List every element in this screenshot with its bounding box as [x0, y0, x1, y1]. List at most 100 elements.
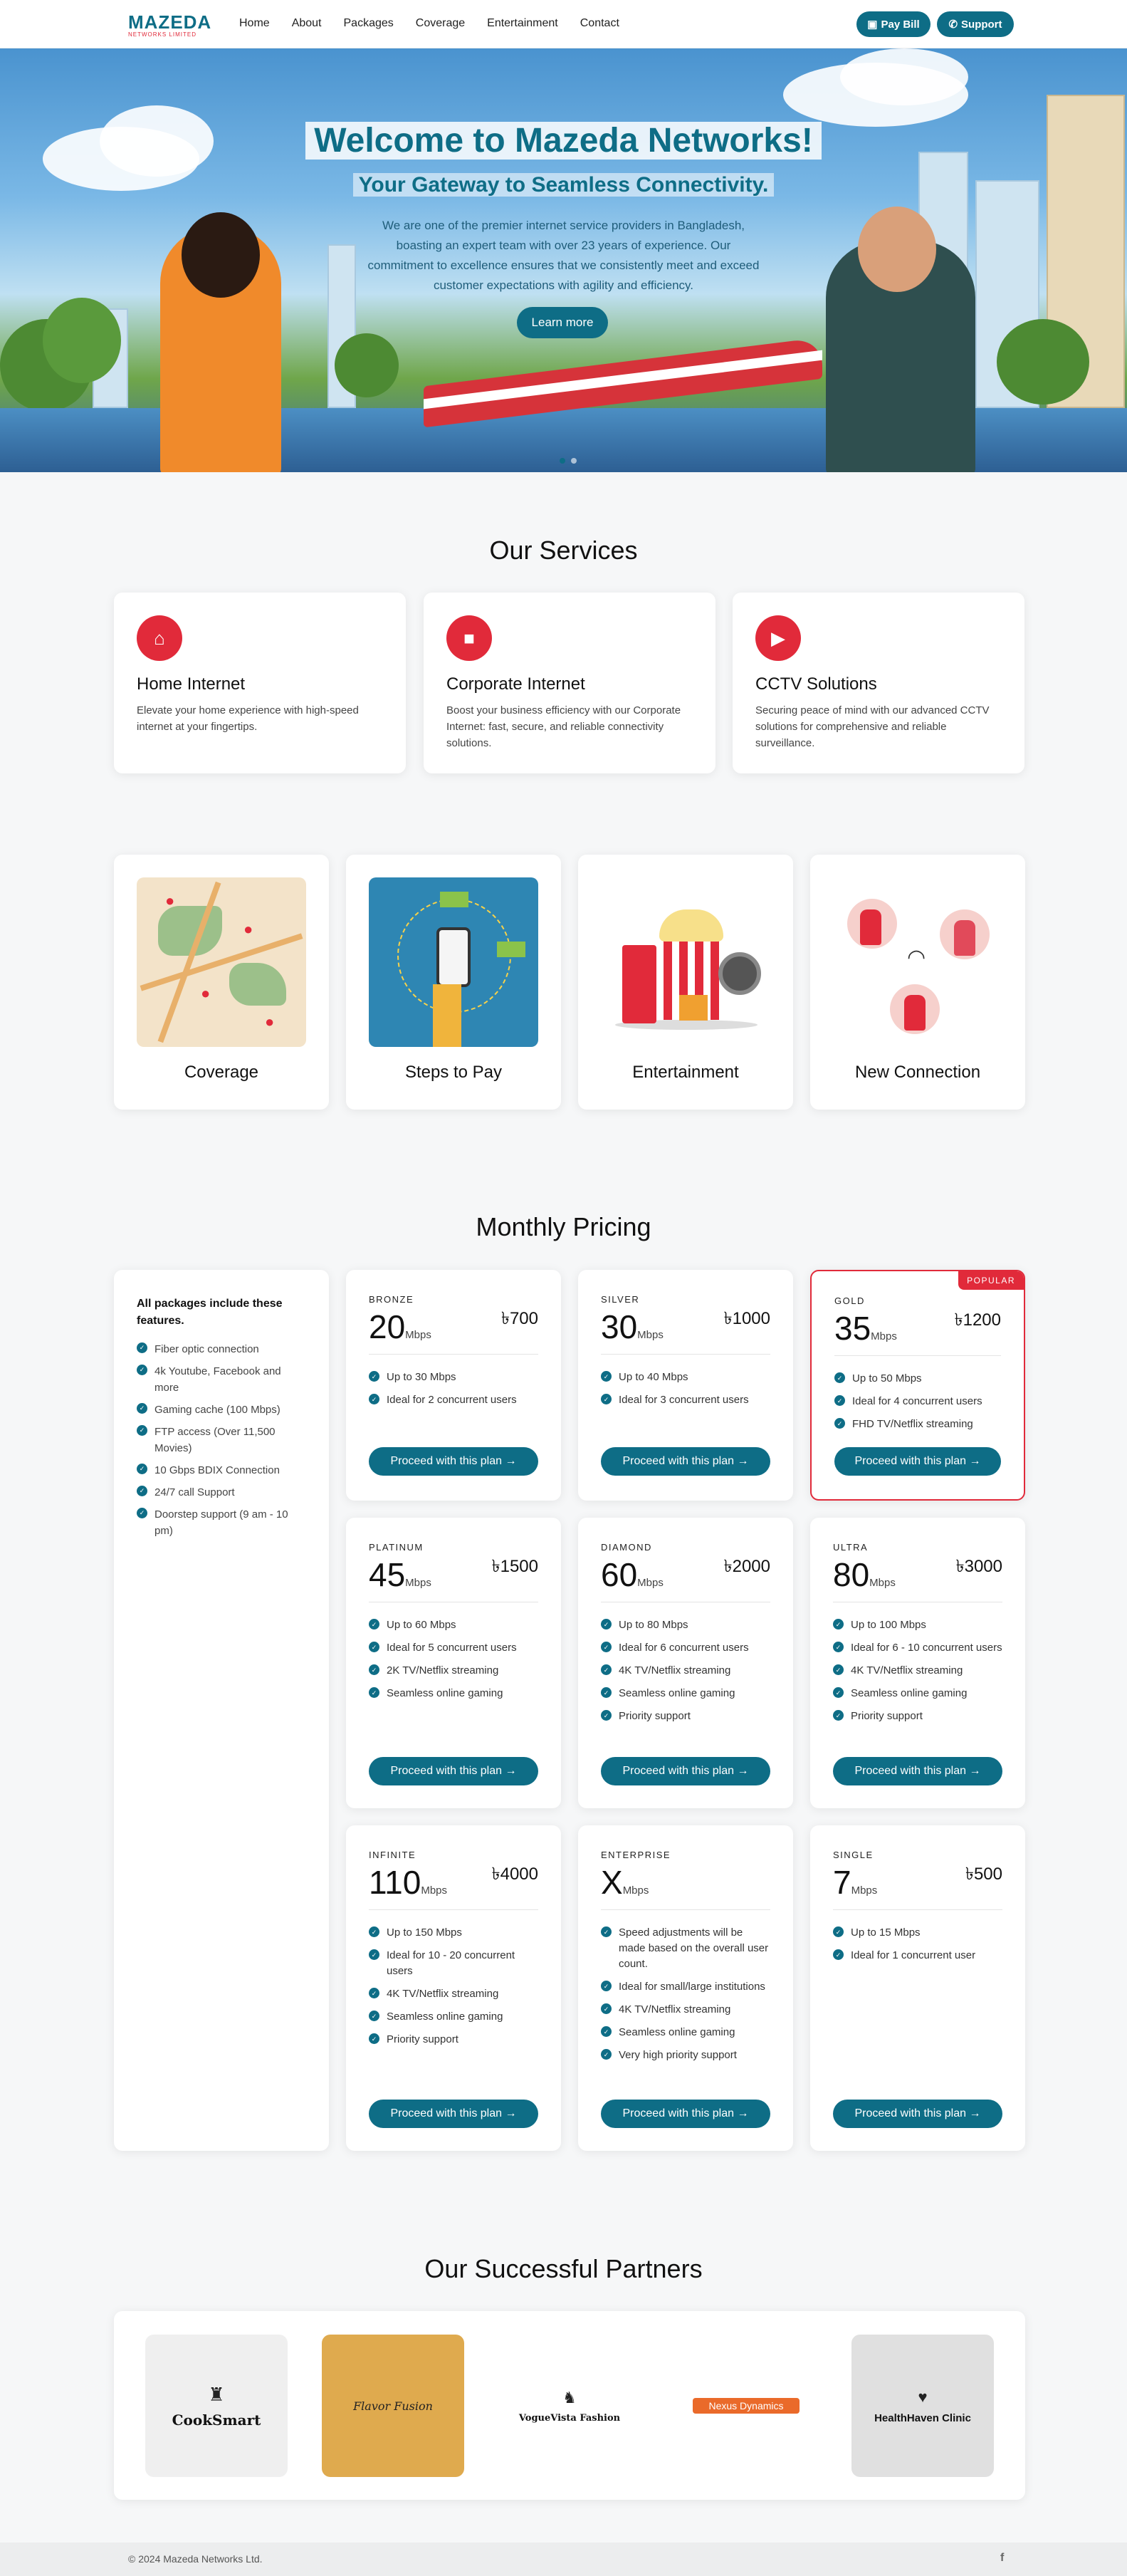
plan-tier: GOLD — [834, 1295, 865, 1306]
plan-tier: SILVER — [601, 1294, 640, 1305]
plan-tier: INFINITE — [369, 1850, 416, 1860]
proceed-plan-button[interactable]: Proceed with this plan → — [369, 1757, 538, 1785]
list-item: ✓ Up to 15 Mbps — [833, 1925, 1002, 1941]
partner-logo-flavor-fusion[interactable]: Flavor Fusion — [322, 2335, 464, 2477]
plan-speed: XMbps — [601, 1864, 649, 1901]
check-icon: ✓ — [833, 1619, 844, 1629]
feature-label: Steps to Pay — [404, 1063, 503, 1082]
check-icon: ✓ — [601, 1687, 612, 1698]
list-item: ✓ Up to 80 Mbps — [601, 1617, 770, 1633]
service-title: Corporate Internet — [446, 674, 585, 694]
nav-link-about[interactable]: About — [292, 17, 322, 30]
partner-logo-voguevista[interactable]: ♞ VogueVista Fashion — [498, 2335, 641, 2477]
nav-link-home[interactable]: Home — [239, 17, 270, 30]
feature-card-new-connection[interactable]: ◠ New Connection — [810, 855, 1025, 1110]
carousel-dot[interactable] — [571, 458, 577, 464]
plan-price: ৳4000 — [491, 1865, 538, 1884]
service-desc: Boost your business efficiency with our … — [446, 704, 681, 749]
proceed-plan-button[interactable]: Proceed with this plan → — [369, 2100, 538, 2128]
learn-more-button[interactable]: Learn more — [517, 307, 608, 338]
list-item: ✓ FTP access (Over 11,500 Movies) — [137, 1424, 300, 1456]
list-item: ✓ Ideal for 6 - 10 concurrent users — [833, 1640, 1002, 1656]
plan-card-ultra: ULTRA 80Mbps ৳3000 ✓ Up to 100 Mbps ✓ Idea… — [810, 1518, 1025, 1808]
plan-features: ✓ Up to 80 Mbps ✓ Ideal for 6 concurrent u… — [601, 1617, 770, 1731]
proceed-plan-button[interactable]: Proceed with this plan → — [601, 1447, 770, 1476]
feature-card-coverage[interactable]: ● ● ● ● Coverage — [114, 855, 329, 1110]
plan-card-gold: POPULAR GOLD 35Mbps ৳1200 ✓ Up to 50 Mbps… — [810, 1270, 1025, 1501]
plan-speed: 60Mbps — [601, 1556, 664, 1593]
plan-tier: PLATINUM — [369, 1542, 424, 1553]
cloud — [840, 48, 968, 105]
carousel-dots — [560, 458, 577, 464]
partner-logo-healthhaven[interactable]: ♥ HealthHaven Clinic — [851, 2335, 994, 2477]
check-icon: ✓ — [601, 1710, 612, 1721]
service-card-cctv[interactable]: ▶ CCTV Solutions Securing peace of mind … — [733, 593, 1024, 773]
list-item: ✓ Seamless online gaming — [369, 2009, 538, 2025]
hero-subtitle: Your Gateway to Seamless Connectivity. — [299, 173, 828, 197]
service-card-home[interactable]: ⌂ Home Internet Elevate your home experi… — [114, 593, 406, 773]
list-item: ✓ 4k Youtube, Facebook and more — [137, 1363, 300, 1396]
support-button[interactable]: ✆ Support — [937, 11, 1014, 37]
nav-link-entertainment[interactable]: Entertainment — [487, 17, 558, 30]
pay-bill-label: Pay Bill — [881, 18, 920, 31]
proceed-plan-button[interactable]: Proceed with this plan → — [601, 1757, 770, 1785]
carousel-dot[interactable] — [560, 458, 565, 464]
feature-card-steps-to-pay[interactable]: Steps to Pay — [346, 855, 561, 1110]
facebook-icon[interactable]: f — [1000, 2552, 1004, 2565]
list-item: ✓ Up to 40 Mbps — [601, 1370, 770, 1385]
list-item: ✓ Ideal for 4 concurrent users — [834, 1394, 1001, 1409]
check-icon: ✓ — [833, 1642, 844, 1652]
feature-card-entertainment[interactable]: Entertainment — [578, 855, 793, 1110]
plan-features: ✓ Up to 40 Mbps ✓ Ideal for 3 concurrent u… — [601, 1370, 770, 1415]
plan-speed: 110Mbps — [369, 1864, 448, 1901]
list-item: ✓ Up to 60 Mbps — [369, 1617, 538, 1633]
plan-tier: ULTRA — [833, 1542, 869, 1553]
proceed-plan-button[interactable]: Proceed with this plan → — [833, 1757, 1002, 1785]
list-item: ✓ Ideal for 10 - 20 concurrent users — [369, 1948, 538, 1979]
new-connection-image: ◠ — [833, 877, 1002, 1047]
divider — [369, 1354, 538, 1355]
proceed-plan-button[interactable]: Proceed with this plan → — [601, 2100, 770, 2128]
nav-link-packages[interactable]: Packages — [344, 17, 394, 30]
plan-card-diamond: DIAMOND 60Mbps ৳2000 ✓ Up to 80 Mbps ✓ Ide… — [578, 1518, 793, 1808]
hero-description: We are one of the premier internet servi… — [367, 219, 760, 292]
check-icon: ✓ — [601, 2026, 612, 2037]
list-item: ✓ 4K TV/Netflix streaming — [601, 1663, 770, 1679]
check-icon: ✓ — [601, 2003, 612, 2014]
proceed-plan-button[interactable]: Proceed with this plan → — [369, 1447, 538, 1476]
nav-link-contact[interactable]: Contact — [580, 17, 619, 30]
plan-card-single: SINGLE 7Mbps ৳500 ✓ Up to 15 Mbps ✓ Ideal … — [810, 1825, 1025, 2151]
copyright-text: © 2024 Mazeda Networks Ltd. — [128, 2553, 263, 2565]
plan-speed: 45Mbps — [369, 1556, 431, 1593]
partner-logo-nexus-dynamics[interactable]: Nexus Dynamics — [675, 2335, 817, 2477]
partner-logo-cooksmart[interactable]: ♜ CookSmart — [145, 2335, 288, 2477]
entertainment-image — [601, 877, 770, 1047]
feature-label: Entertainment — [632, 1063, 739, 1082]
proceed-plan-button[interactable]: Proceed with this plan → — [833, 2100, 1002, 2128]
service-title: CCTV Solutions — [755, 674, 877, 694]
check-icon: ✓ — [833, 1949, 844, 1960]
plan-features: ✓ Up to 50 Mbps ✓ Ideal for 4 concurrent u… — [834, 1371, 1001, 1439]
service-desc: Securing peace of mind with our advanced… — [755, 704, 990, 749]
logo[interactable]: MAZEDA NETWORKS LIMITED — [128, 13, 211, 38]
check-icon: ✓ — [833, 1687, 844, 1698]
nav-link-coverage[interactable]: Coverage — [416, 17, 465, 30]
plan-card-platinum: PLATINUM 45Mbps ৳1500 ✓ Up to 60 Mbps ✓ Id… — [346, 1518, 561, 1808]
pricing-title: Monthly Pricing — [476, 1212, 651, 1241]
plan-price: ৳1500 — [491, 1557, 538, 1576]
divider — [601, 1354, 770, 1355]
plan-features: ✓ Up to 30 Mbps ✓ Ideal for 2 concurrent u… — [369, 1370, 538, 1415]
hero-title: Welcome to Mazeda Networks! — [299, 121, 828, 160]
list-item: ✓ Very high priority support — [601, 2048, 770, 2063]
plan-price: ৳1000 — [723, 1309, 770, 1328]
plan-card-bronze: BRONZE 20Mbps ৳700 ✓ Up to 30 Mbps ✓ Ideal… — [346, 1270, 561, 1501]
proceed-plan-button[interactable]: Proceed with this plan → — [834, 1447, 1001, 1476]
feature-label: Coverage — [184, 1063, 259, 1082]
list-item: ✓ Priority support — [601, 1709, 770, 1724]
check-icon: ✓ — [833, 1710, 844, 1721]
service-card-corporate[interactable]: ■ Corporate Internet Boost your business… — [424, 593, 715, 773]
list-item: ✓ Seamless online gaming — [369, 1686, 538, 1701]
check-icon: ✓ — [137, 1486, 147, 1496]
list-item: ✓ Ideal for small/large institutions — [601, 1979, 770, 1995]
pay-bill-button[interactable]: ▣ Pay Bill — [856, 11, 931, 37]
